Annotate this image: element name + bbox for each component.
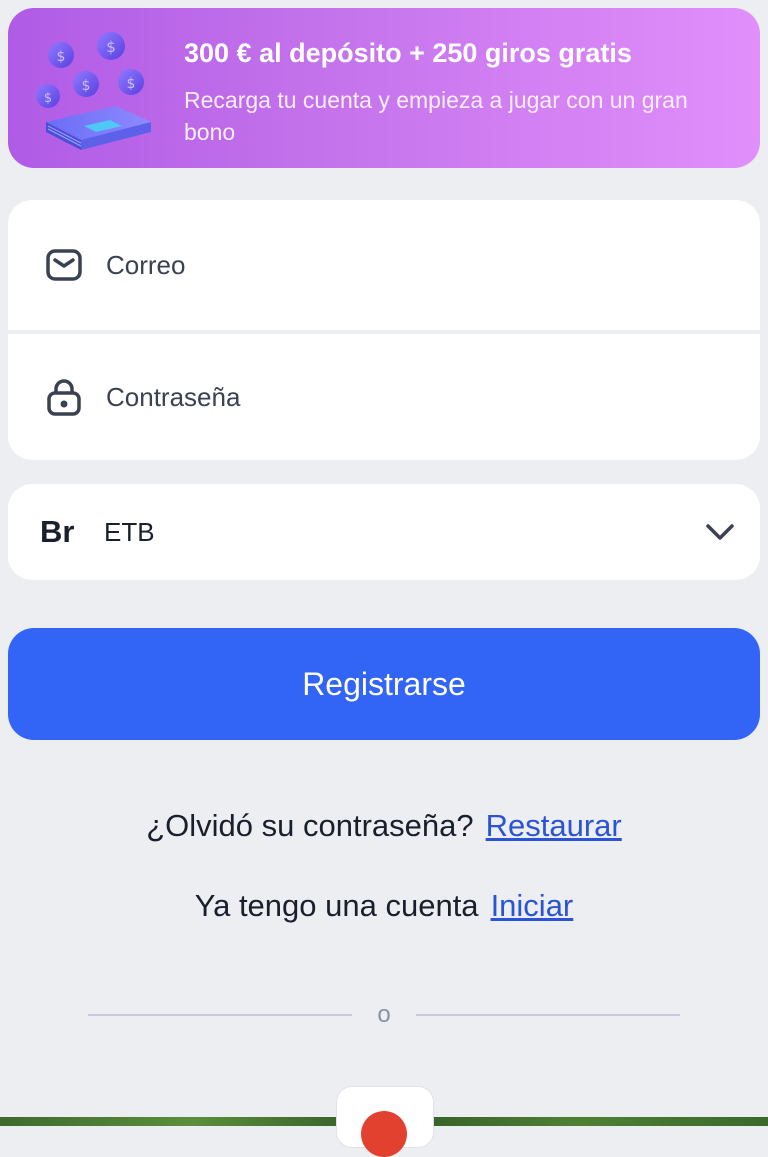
- password-field-row[interactable]: [8, 330, 760, 460]
- forgot-password-text: ¿Olvidó su contraseña?: [146, 808, 474, 843]
- social-logo-icon: [361, 1111, 407, 1157]
- svg-text:$: $: [44, 91, 52, 106]
- svg-text:$: $: [57, 49, 66, 65]
- banner-subtitle: Recarga tu cuenta y empieza a jugar con …: [184, 87, 688, 145]
- password-input[interactable]: [104, 380, 668, 414]
- divider-text: o: [377, 1001, 391, 1028]
- register-button[interactable]: Registrarse: [8, 628, 760, 740]
- login-link[interactable]: Iniciar: [491, 888, 574, 923]
- divider-right: [416, 1014, 680, 1016]
- svg-text:$: $: [82, 78, 91, 94]
- promo-banner[interactable]: $ $ $ $ $ 300 € al depósito + 250 giros …: [8, 8, 760, 168]
- currency-select[interactable]: Br ETB: [8, 484, 760, 580]
- social-login-button[interactable]: [336, 1086, 434, 1157]
- mail-icon: [44, 245, 84, 285]
- forgot-password-row: ¿Olvidó su contraseña? Restaurar: [0, 808, 768, 844]
- lock-icon: [44, 377, 84, 417]
- money-coins-icon: $ $ $ $ $: [36, 32, 151, 150]
- email-field-row[interactable]: [8, 200, 760, 330]
- currency-code: ETB: [104, 516, 155, 547]
- chevron-down-icon: [706, 524, 734, 540]
- banner-title: 300 € al depósito + 250 giros gratis: [184, 38, 632, 68]
- restore-link[interactable]: Restaurar: [486, 808, 622, 843]
- have-account-text: Ya tengo una cuenta: [194, 888, 479, 923]
- login-form-card: [8, 200, 760, 460]
- svg-text:$: $: [127, 76, 136, 92]
- svg-text:$: $: [106, 38, 116, 56]
- divider-left: [88, 1014, 352, 1016]
- currency-symbol: Br: [40, 514, 75, 549]
- email-input[interactable]: [104, 248, 668, 282]
- have-account-row: Ya tengo una cuenta Iniciar: [0, 888, 768, 924]
